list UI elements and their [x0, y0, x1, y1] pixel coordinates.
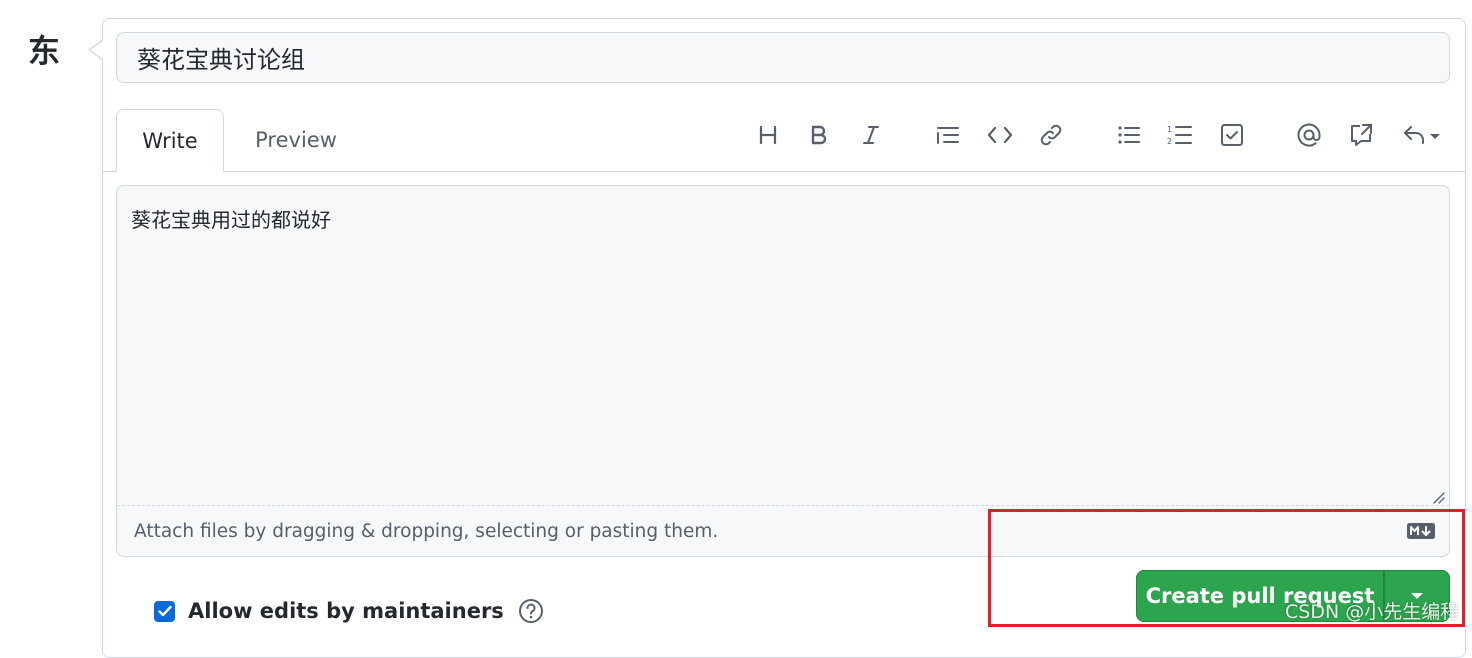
- allow-edits-row: Allow edits by maintainers: [154, 598, 544, 624]
- create-pull-request-label: Create pull request: [1145, 584, 1375, 608]
- svg-text:1: 1: [1167, 125, 1172, 134]
- editor-divider: [117, 505, 1449, 506]
- allow-edits-label[interactable]: Allow edits by maintainers: [188, 599, 504, 623]
- create-options-dropdown[interactable]: [1384, 570, 1450, 622]
- tab-preview[interactable]: Preview: [236, 109, 356, 172]
- italic-button[interactable]: [853, 116, 889, 154]
- numbered-list-button[interactable]: 1 2: [1162, 116, 1198, 154]
- code-icon: [987, 126, 1013, 144]
- bold-icon: [811, 125, 827, 145]
- code-button[interactable]: [982, 116, 1018, 154]
- reference-icon: [1351, 124, 1372, 146]
- author-avatar: 东: [28, 32, 61, 70]
- triangle-down-icon: [1411, 593, 1423, 599]
- comment-caret-fill: [90, 41, 103, 59]
- chevron-down-icon: [1430, 134, 1440, 139]
- reference-button[interactable]: [1343, 116, 1379, 154]
- numbered-list-icon: 1 2: [1167, 125, 1192, 146]
- comment-editor[interactable]: 葵花宝典用过的都说好 Attach files by dragging & dr…: [116, 185, 1450, 557]
- check-icon: [157, 605, 172, 617]
- tab-write[interactable]: Write: [116, 109, 224, 172]
- quote-button[interactable]: [930, 116, 966, 154]
- quote-icon: [937, 127, 959, 144]
- reply-icon: [1404, 126, 1440, 144]
- comment-body[interactable]: 葵花宝典用过的都说好: [131, 204, 331, 233]
- create-pull-request-button[interactable]: Create pull request: [1136, 570, 1384, 622]
- bold-button[interactable]: [801, 116, 837, 154]
- reply-button[interactable]: [1398, 116, 1446, 154]
- markdown-icon[interactable]: [1407, 523, 1435, 543]
- task-list-button[interactable]: [1214, 116, 1250, 154]
- bulleted-list-button[interactable]: [1111, 116, 1147, 154]
- task-list-icon: [1221, 124, 1243, 146]
- mention-button[interactable]: [1291, 116, 1327, 154]
- allow-edits-checkbox[interactable]: [154, 600, 175, 622]
- bulleted-list-icon: [1118, 126, 1140, 144]
- question-icon[interactable]: [518, 598, 544, 624]
- title-input[interactable]: [116, 32, 1450, 83]
- attach-files-hint[interactable]: Attach files by dragging & dropping, sel…: [134, 521, 718, 542]
- italic-icon: [863, 126, 879, 144]
- svg-text:2: 2: [1167, 137, 1172, 146]
- heading-button[interactable]: [750, 116, 786, 154]
- link-icon: [1040, 124, 1062, 146]
- mention-icon: [1297, 123, 1321, 147]
- link-button[interactable]: [1033, 116, 1069, 154]
- heading-icon: [759, 125, 777, 145]
